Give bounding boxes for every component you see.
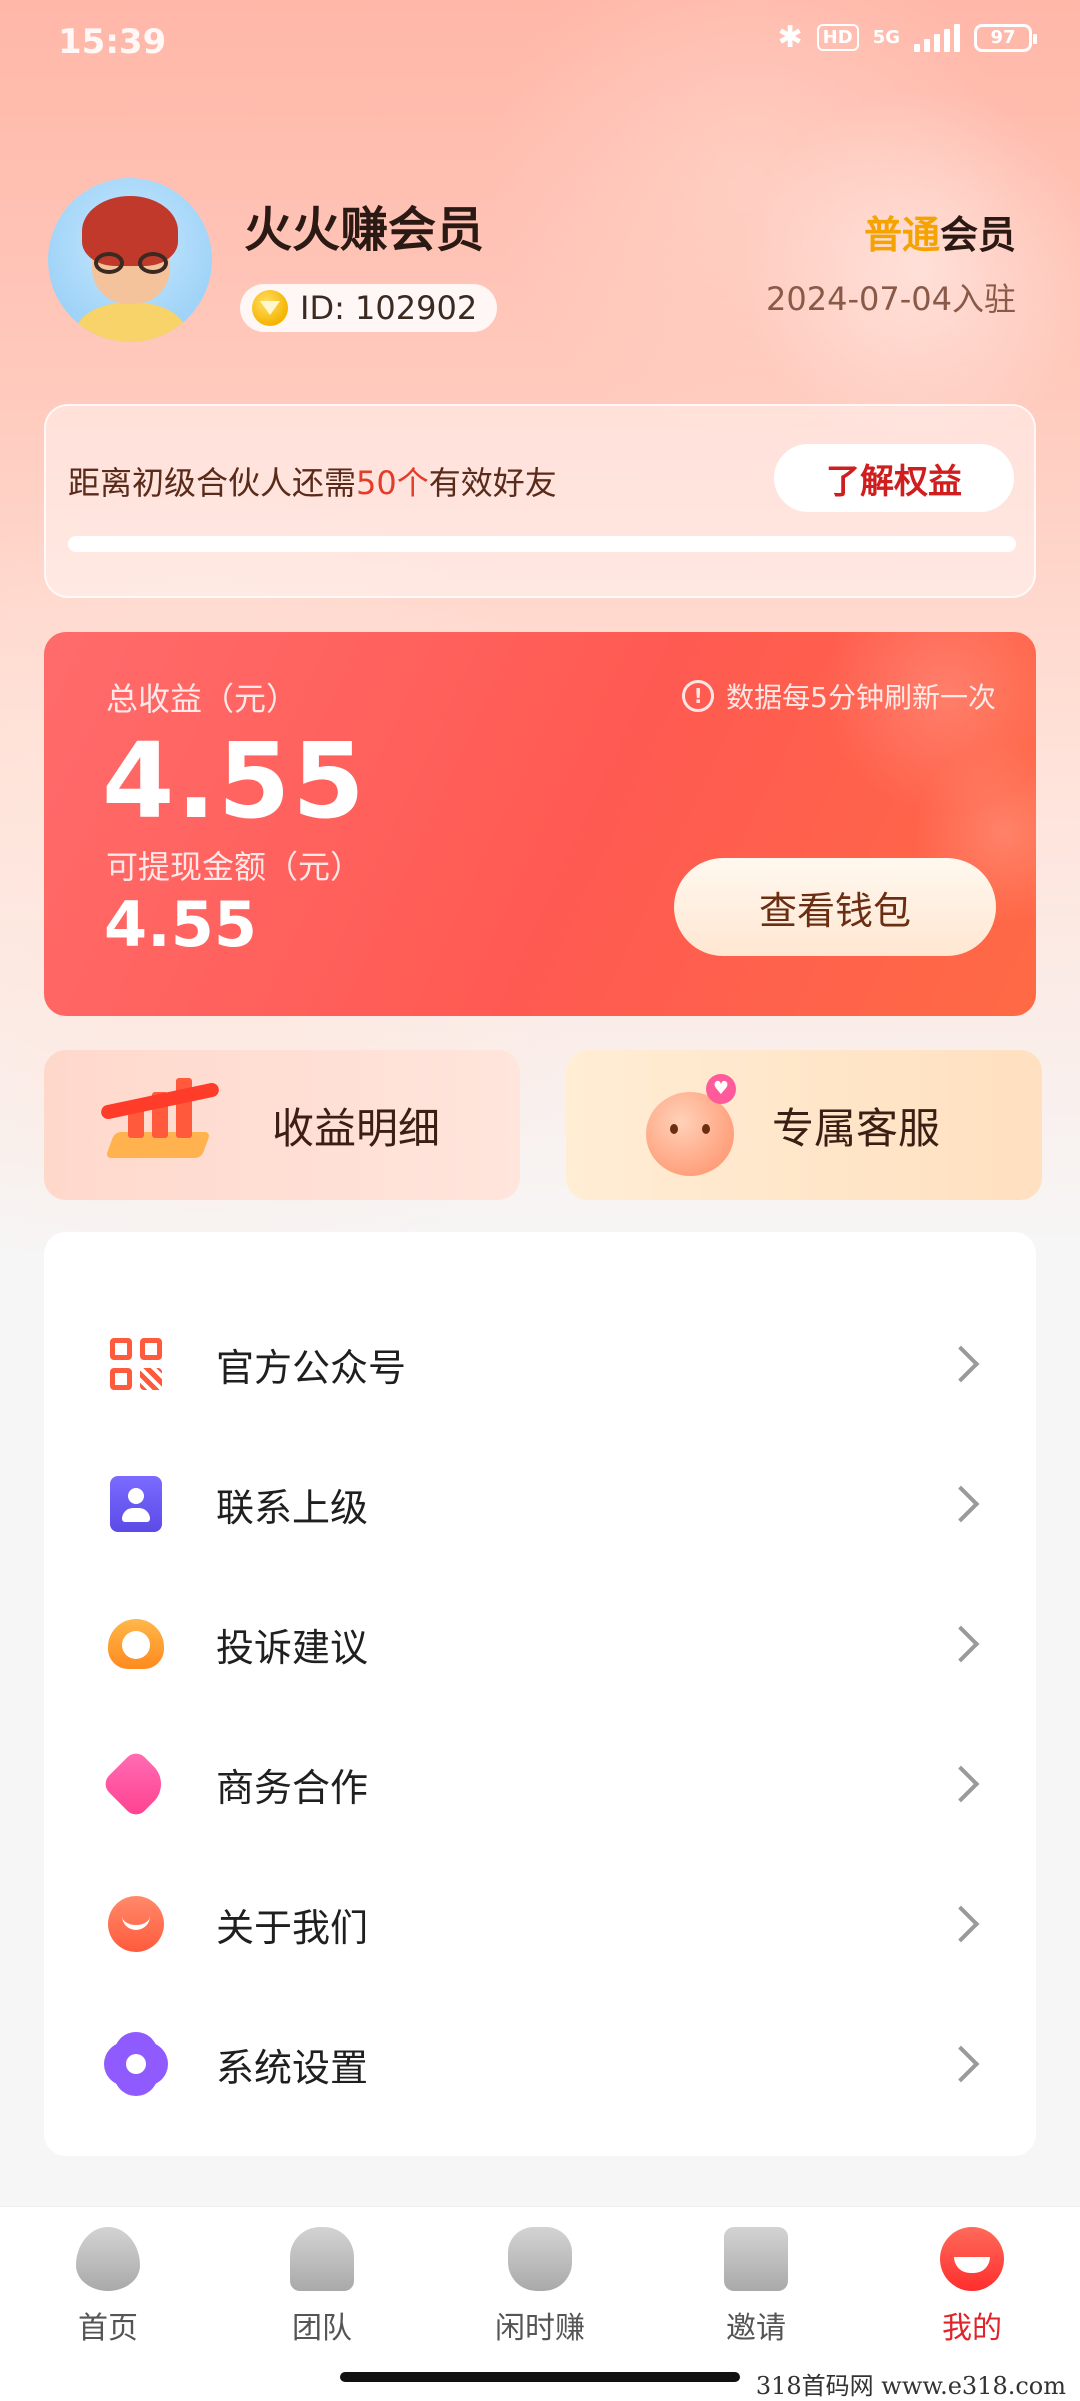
- nav-item-label: 闲时赚: [495, 2311, 585, 2346]
- menu-item-label: 投诉建议: [216, 1625, 369, 1670]
- heart-handshake-icon: [100, 1748, 172, 1820]
- menu-list: 官方公众号 联系上级 投诉建议 商务合作 关于我们 系统设置: [44, 1232, 1036, 2156]
- flame-icon: [76, 2227, 140, 2291]
- watermark: 318首码网 www.e318.com: [755, 2372, 1066, 2400]
- menu-item-settings[interactable]: 系统设置: [44, 1994, 1036, 2134]
- chevron-right-icon: [942, 1485, 980, 1523]
- avatar-body: [76, 302, 186, 342]
- nav-item-idle-earn[interactable]: 闲时赚: [470, 2227, 610, 2347]
- member-level: 普通会员: [864, 204, 1016, 259]
- income-chart-icon: [99, 1078, 224, 1174]
- hd-icon: HD: [816, 24, 859, 51]
- menu-item-label: 商务合作: [216, 1765, 369, 1810]
- menu-item-label: 联系上级: [216, 1485, 369, 1530]
- customer-service-label: 专属客服: [772, 1103, 941, 1153]
- username: 火火赚会员: [244, 202, 485, 258]
- chevron-right-icon: [942, 1765, 980, 1803]
- join-date: 2024-07-04入驻: [766, 280, 1016, 318]
- partner-text-suffix: 有效好友: [428, 464, 557, 502]
- partner-progress-card: 距离初级合伙人还需50个有效好友 了解权益: [44, 404, 1036, 598]
- chevron-right-icon: [942, 2045, 980, 2083]
- user-id-text: ID: 102902: [300, 289, 478, 327]
- income-detail-card[interactable]: 收益明细: [44, 1050, 520, 1200]
- contact-card-icon: [108, 1476, 164, 1532]
- signal-icon: [914, 23, 960, 52]
- refresh-note-text: 数据每5分钟刷新一次: [726, 681, 996, 714]
- smile-chat-icon: [108, 1896, 164, 1952]
- earnings-card: 总收益（元） ! 数据每5分钟刷新一次 4.55 可提现金额（元） 4.55 查…: [44, 632, 1036, 1016]
- menu-item-label: 关于我们: [216, 1905, 369, 1950]
- headset-icon: [108, 1616, 164, 1672]
- refresh-note: ! 数据每5分钟刷新一次: [682, 676, 996, 716]
- view-wallet-button[interactable]: 查看钱包: [674, 858, 996, 956]
- status-bar: 15:39 ✱ HD 5G 97: [0, 0, 1080, 80]
- withdrawable-label: 可提现金额（元）: [106, 848, 363, 886]
- nav-item-team[interactable]: 团队: [252, 2227, 392, 2347]
- money-bag-icon: [508, 2227, 572, 2291]
- partner-progress-text: 距离初级合伙人还需50个有效好友: [68, 458, 557, 504]
- battery-level: 97: [990, 27, 1016, 48]
- member-level-suffix: 会员: [939, 213, 1016, 257]
- qr-code-icon: [108, 1336, 164, 1392]
- withdrawable-value: 4.55: [104, 888, 257, 961]
- nav-item-label: 我的: [942, 2311, 1002, 2346]
- nav-item-label: 邀请: [726, 2311, 786, 2346]
- status-icons: ✱ HD 5G 97: [777, 20, 1037, 55]
- nav-item-me[interactable]: 我的: [902, 2227, 1042, 2347]
- nav-item-label: 团队: [292, 2311, 352, 2346]
- diamond-icon: [252, 290, 288, 326]
- status-time: 15:39: [58, 22, 167, 62]
- partner-text-highlight: 50个: [356, 464, 429, 502]
- nav-item-invite[interactable]: 邀请: [686, 2227, 826, 2347]
- menu-item-about-us[interactable]: 关于我们: [44, 1854, 1036, 1994]
- avatar[interactable]: [48, 178, 212, 342]
- invite-mail-icon: [724, 2227, 788, 2291]
- customer-service-icon: ♥: [636, 1074, 746, 1180]
- gear-icon: [108, 2036, 164, 2092]
- customer-service-card[interactable]: ♥ 专属客服: [566, 1050, 1042, 1200]
- menu-item-label: 官方公众号: [216, 1345, 407, 1390]
- nav-item-home[interactable]: 首页: [38, 2227, 178, 2347]
- menu-item-business[interactable]: 商务合作: [44, 1714, 1036, 1854]
- learn-benefits-button[interactable]: 了解权益: [774, 444, 1014, 512]
- home-indicator[interactable]: [340, 2372, 740, 2382]
- member-level-highlight: 普通: [863, 213, 940, 257]
- bluetooth-icon: ✱: [777, 20, 803, 55]
- partner-text-prefix: 距离初级合伙人还需: [68, 464, 357, 502]
- menu-item-official-account[interactable]: 官方公众号: [44, 1294, 1036, 1434]
- user-id-badge: ID: 102902: [240, 284, 498, 332]
- income-detail-label: 收益明细: [272, 1103, 441, 1153]
- network-label: 5G: [872, 26, 900, 48]
- info-icon: !: [682, 680, 715, 712]
- menu-item-complaints[interactable]: 投诉建议: [44, 1574, 1036, 1714]
- chevron-right-icon: [942, 1905, 980, 1943]
- nav-item-label: 首页: [78, 2311, 138, 2346]
- chevron-right-icon: [942, 1625, 980, 1663]
- profile-smile-icon: [940, 2227, 1004, 2291]
- total-earnings-label: 总收益（元）: [106, 680, 299, 718]
- chevron-right-icon: [942, 1345, 980, 1383]
- battery-icon: 97: [974, 23, 1037, 52]
- menu-item-label: 系统设置: [216, 2045, 369, 2090]
- partner-progress-bar: [68, 536, 1016, 552]
- avatar-glasses: [92, 252, 170, 274]
- team-icon: [290, 2227, 354, 2291]
- total-earnings-value: 4.55: [102, 720, 367, 842]
- menu-item-contact-superior[interactable]: 联系上级: [44, 1434, 1036, 1574]
